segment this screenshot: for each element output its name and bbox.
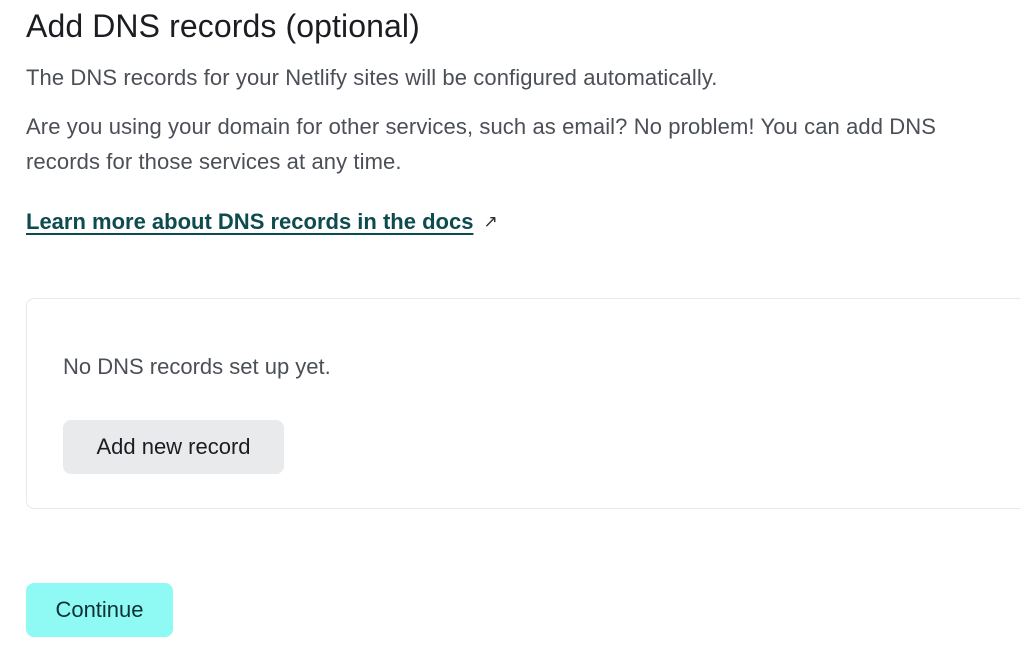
empty-state-message: No DNS records set up yet. bbox=[63, 354, 331, 379]
external-link-icon: ↗ bbox=[483, 212, 498, 231]
dns-records-card: No DNS records set up yet. Add new recor… bbox=[26, 298, 1020, 509]
continue-button[interactable]: Continue bbox=[26, 583, 173, 637]
dns-docs-link[interactable]: Learn more about DNS records in the docs bbox=[26, 209, 473, 234]
add-dns-records-step: Add DNS records (optional) The DNS recor… bbox=[26, 0, 1020, 661]
add-new-record-button[interactable]: Add new record bbox=[63, 420, 284, 474]
page-title: Add DNS records (optional) bbox=[26, 8, 420, 44]
auto-config-description: The DNS records for your Netlify sites w… bbox=[26, 65, 718, 90]
other-services-description: Are you using your domain for other serv… bbox=[26, 114, 937, 174]
docs-link-row: Learn more about DNS records in the docs… bbox=[26, 204, 498, 242]
